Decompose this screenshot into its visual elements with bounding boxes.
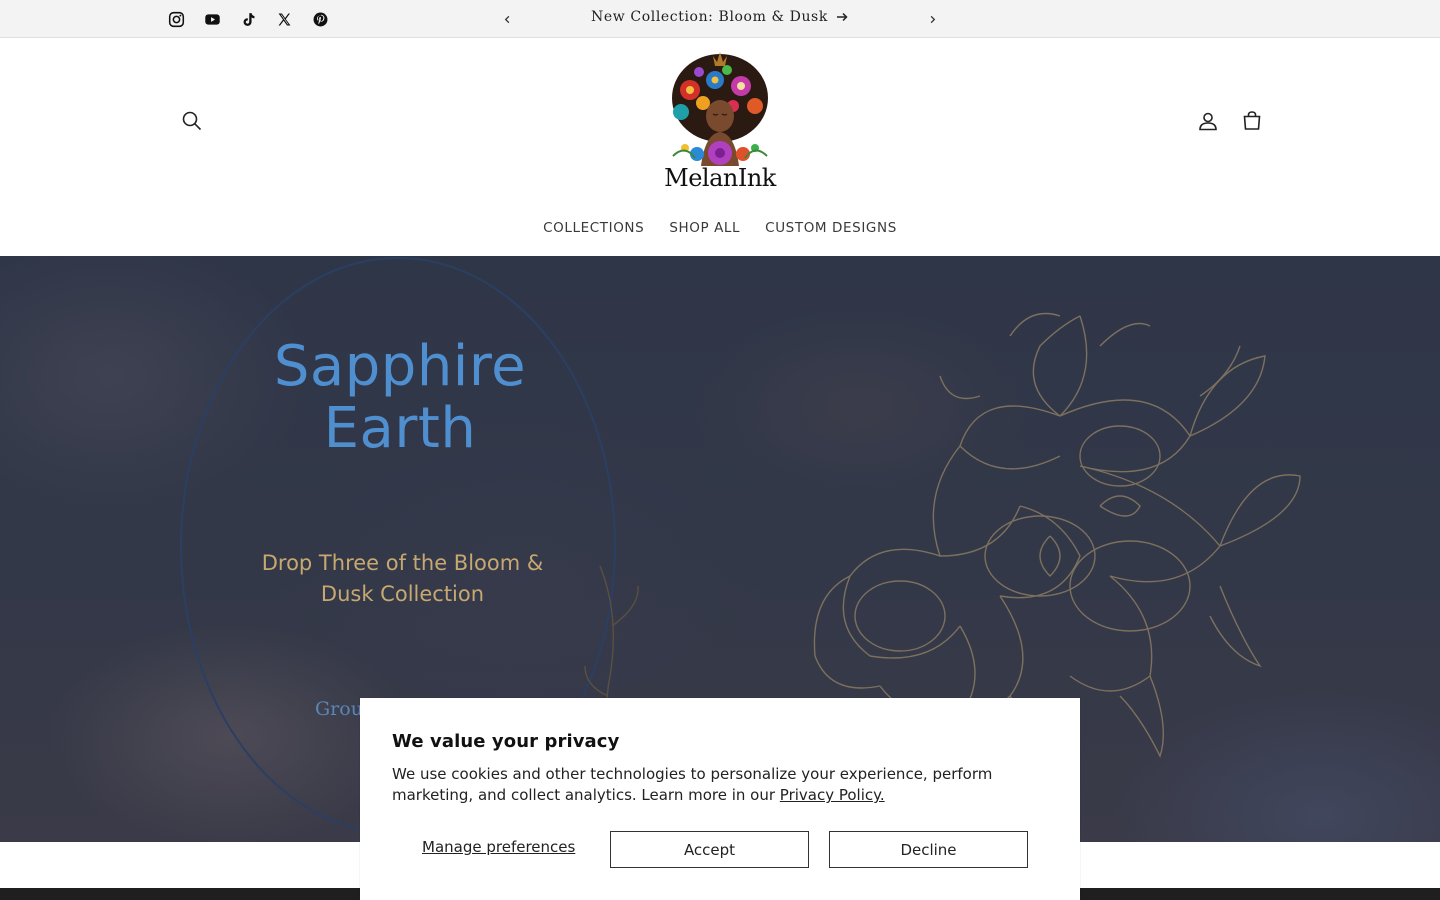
hero-title-line2: Earth: [323, 396, 477, 461]
account-icon[interactable]: [1193, 106, 1223, 136]
hero-footnote: Grou: [315, 698, 363, 720]
announcement-link[interactable]: New Collection: Bloom & Dusk: [520, 9, 920, 25]
hero-subtitle-line2: Dusk Collection: [320, 582, 485, 606]
chevron-right-icon[interactable]: [922, 9, 942, 29]
cart-icon[interactable]: [1237, 106, 1267, 136]
logo[interactable]: MelanInk: [655, 48, 785, 194]
social-links: [166, 9, 330, 29]
privacy-policy-link[interactable]: Privacy Policy.: [780, 786, 885, 804]
youtube-icon[interactable]: [202, 9, 222, 29]
tiktok-icon[interactable]: [238, 9, 258, 29]
accept-button[interactable]: Accept: [610, 831, 809, 868]
x-icon[interactable]: [274, 9, 294, 29]
nav-item-shop-all[interactable]: SHOP ALL: [669, 220, 740, 236]
cookie-body: We use cookies and other technologies to…: [392, 764, 1032, 806]
pinterest-icon[interactable]: [310, 9, 330, 29]
cookie-banner: We value your privacy We use cookies and…: [360, 698, 1080, 900]
hero-subtitle-line1: Drop Three of the Bloom &: [261, 551, 544, 575]
cookie-title: We value your privacy: [392, 731, 620, 752]
logo-text: MelanInk: [664, 164, 776, 192]
cookie-body-text: We use cookies and other technologies to…: [392, 765, 993, 804]
hero-title: Sapphire Earth: [230, 336, 570, 460]
announcement-text: New Collection: Bloom & Dusk: [591, 9, 828, 25]
instagram-icon[interactable]: [166, 9, 186, 29]
hero-subtitle: Drop Three of the Bloom & Dusk Collectio…: [230, 548, 575, 610]
manage-preferences-button[interactable]: Manage preferences: [422, 838, 575, 856]
arrow-right-icon: [836, 12, 848, 22]
main-nav: COLLECTIONS SHOP ALL CUSTOM DESIGNS: [0, 220, 1440, 236]
search-icon[interactable]: [177, 106, 207, 136]
hero-title-line1: Sapphire: [273, 334, 527, 399]
decline-button[interactable]: Decline: [829, 831, 1028, 868]
nav-item-custom-designs[interactable]: CUSTOM DESIGNS: [765, 220, 897, 236]
chevron-left-icon[interactable]: [497, 9, 517, 29]
announcement-bar: New Collection: Bloom & Dusk: [0, 0, 1440, 38]
nav-item-collections[interactable]: COLLECTIONS: [543, 220, 644, 236]
